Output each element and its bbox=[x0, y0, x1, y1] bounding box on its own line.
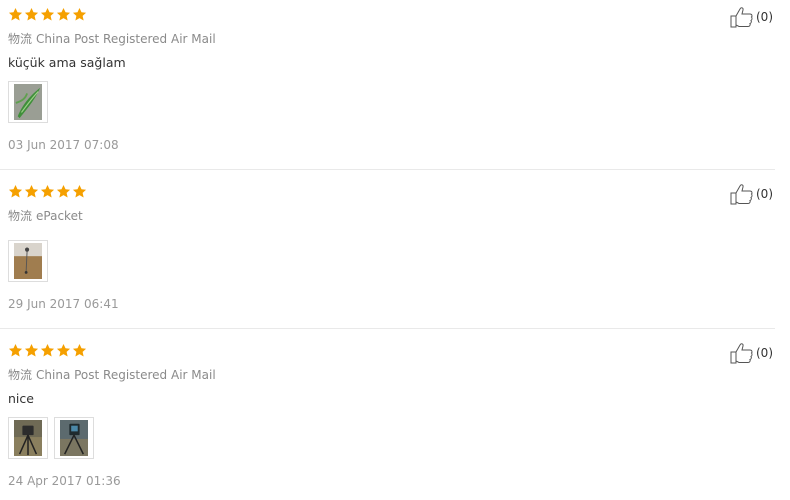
review-comment: küçük ama sağlam bbox=[8, 55, 126, 70]
logistics-info: 物流 China Post Registered Air Mail bbox=[8, 366, 216, 383]
logistics-label: 物流 bbox=[8, 368, 33, 382]
star-icon bbox=[8, 184, 23, 199]
review-item: 物流 China Post Registered Air Mail nice 2… bbox=[0, 329, 775, 500]
star-icon bbox=[72, 184, 87, 199]
star-icon bbox=[56, 7, 71, 22]
tripod-photo bbox=[14, 420, 42, 456]
review-photos bbox=[8, 81, 48, 123]
star-icon bbox=[8, 7, 23, 22]
logistics-label: 物流 bbox=[8, 209, 33, 223]
logistics-info: 物流 ePacket bbox=[8, 207, 83, 224]
logistics-info: 物流 China Post Registered Air Mail bbox=[8, 30, 216, 47]
star-icon bbox=[40, 343, 55, 358]
star-icon bbox=[24, 343, 39, 358]
star-rating bbox=[8, 184, 87, 199]
helpful-button[interactable]: (0) bbox=[730, 342, 773, 364]
star-icon bbox=[40, 7, 55, 22]
review-photos bbox=[8, 417, 94, 459]
review-photo-thumbnail[interactable] bbox=[8, 240, 48, 282]
review-date: 24 Apr 2017 01:36 bbox=[8, 474, 121, 488]
star-icon bbox=[56, 184, 71, 199]
helpful-count: (0) bbox=[756, 346, 773, 360]
review-item: 物流 China Post Registered Air Mail küçük a… bbox=[0, 0, 775, 170]
thumbs-up-icon bbox=[730, 183, 754, 205]
star-icon bbox=[72, 343, 87, 358]
star-rating bbox=[8, 343, 87, 358]
review-photo-thumbnail[interactable] bbox=[8, 81, 48, 123]
thumbs-up-icon bbox=[730, 342, 754, 364]
helpful-count: (0) bbox=[756, 10, 773, 24]
helpful-count: (0) bbox=[756, 187, 773, 201]
star-icon bbox=[72, 7, 87, 22]
star-icon bbox=[24, 184, 39, 199]
logistics-method: China Post Registered Air Mail bbox=[36, 368, 216, 382]
thumbs-up-icon bbox=[730, 6, 754, 28]
tripod-photo bbox=[60, 420, 88, 456]
star-icon bbox=[56, 343, 71, 358]
review-photos bbox=[8, 240, 48, 282]
star-rating bbox=[8, 7, 87, 22]
review-photo-thumbnail[interactable] bbox=[8, 417, 48, 459]
review-date: 29 Jun 2017 06:41 bbox=[8, 297, 119, 311]
review-item: 物流 ePacket 29 Jun 2017 06:41 (0) bbox=[0, 170, 775, 329]
logistics-method: China Post Registered Air Mail bbox=[36, 32, 216, 46]
logistics-label: 物流 bbox=[8, 32, 33, 46]
star-icon bbox=[8, 343, 23, 358]
review-photo-thumbnail[interactable] bbox=[54, 417, 94, 459]
logistics-method: ePacket bbox=[36, 209, 83, 223]
review-date: 03 Jun 2017 07:08 bbox=[8, 138, 119, 152]
star-icon bbox=[24, 7, 39, 22]
helpful-button[interactable]: (0) bbox=[730, 183, 773, 205]
helpful-button[interactable]: (0) bbox=[730, 6, 773, 28]
green-leaf-photo bbox=[14, 84, 42, 120]
wall-photo bbox=[14, 243, 42, 279]
review-comment: nice bbox=[8, 391, 34, 406]
star-icon bbox=[40, 184, 55, 199]
